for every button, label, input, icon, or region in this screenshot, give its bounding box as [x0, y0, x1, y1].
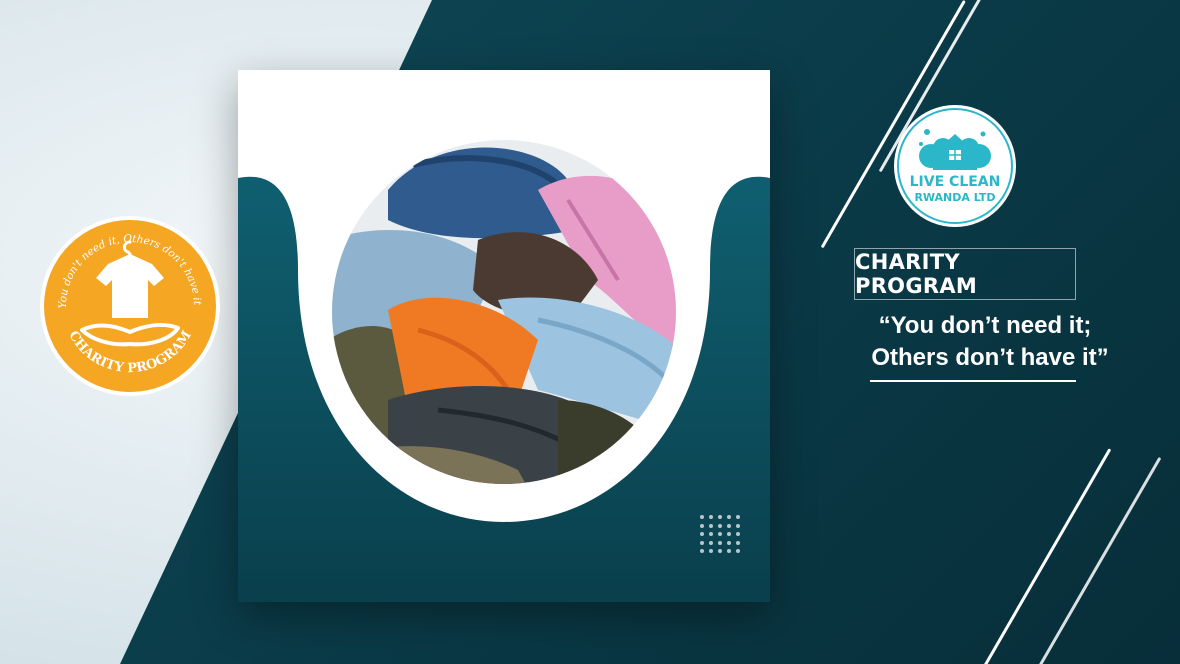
dot-grid-decoration [700, 515, 742, 555]
tagline-underline [870, 380, 1076, 382]
company-logo: LIVE CLEAN RWANDA LTD [894, 105, 1016, 227]
tagline-line2: Others don’t have it” [871, 344, 1109, 371]
charity-badge: "You don't need it, Others don't have it… [38, 214, 220, 396]
tagline: “You don’t need it; Others don’t have it… [820, 310, 1150, 374]
card-graphic [238, 70, 770, 602]
program-label-box: CHARITY PROGRAM [854, 248, 1076, 300]
photo-card [238, 70, 770, 602]
poster: "You don't need it, Others don't have it… [0, 0, 1180, 664]
program-label: CHARITY PROGRAM [855, 250, 978, 298]
tagline-line1: “You don’t need it; [878, 312, 1092, 339]
logo-line2: RWANDA LTD [914, 191, 995, 204]
logo-line1: LIVE CLEAN [910, 174, 1001, 190]
